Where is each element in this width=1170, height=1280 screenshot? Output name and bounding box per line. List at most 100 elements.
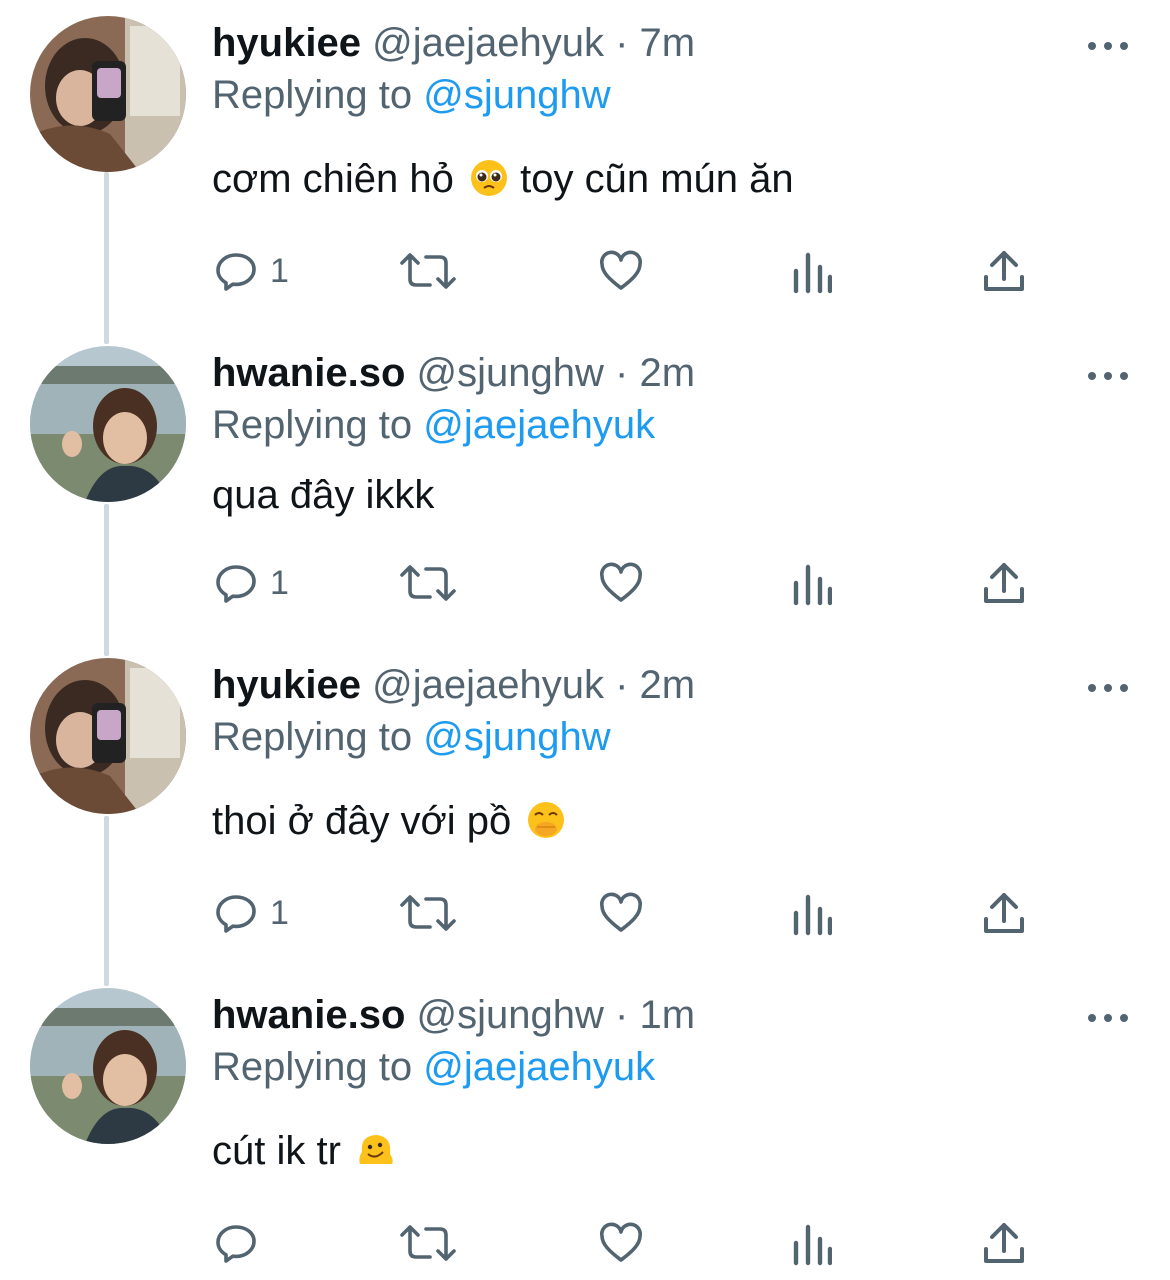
tweet-text: cút ik tr bbox=[212, 1126, 396, 1176]
share-button[interactable] bbox=[982, 246, 1026, 296]
thread-line bbox=[104, 172, 109, 344]
reply-count: 1 bbox=[270, 894, 289, 932]
user-handle[interactable]: @sjunghw bbox=[417, 351, 604, 395]
thread-line bbox=[104, 504, 109, 656]
reply-icon bbox=[216, 565, 256, 603]
views-button[interactable] bbox=[792, 1218, 832, 1268]
separator-dot: · bbox=[615, 21, 629, 65]
retweet-button[interactable] bbox=[398, 246, 458, 296]
like-button[interactable] bbox=[596, 888, 646, 938]
avatar[interactable] bbox=[30, 658, 186, 814]
reply-button[interactable]: 1 bbox=[212, 558, 289, 608]
action-bar: 1 bbox=[212, 558, 1052, 608]
reply-button[interactable]: 1 bbox=[212, 246, 289, 296]
replying-to-label: Replying to bbox=[212, 1045, 413, 1089]
views-button[interactable] bbox=[792, 246, 832, 296]
like-button[interactable] bbox=[596, 1218, 646, 1268]
user-handle[interactable]: @sjunghw bbox=[417, 993, 604, 1037]
retweet-icon bbox=[400, 565, 456, 601]
share-button[interactable] bbox=[982, 558, 1026, 608]
avatar[interactable] bbox=[30, 988, 186, 1144]
like-icon bbox=[600, 562, 642, 602]
timestamp[interactable]: 2m bbox=[639, 351, 695, 395]
like-icon bbox=[600, 892, 642, 932]
share-icon bbox=[984, 1223, 1024, 1263]
reply-icon bbox=[216, 253, 256, 291]
separator-dot: · bbox=[615, 663, 629, 707]
face-with-hand-over-mouth-emoji-icon bbox=[528, 802, 565, 838]
retweet-button[interactable] bbox=[398, 888, 458, 938]
reply-count: 1 bbox=[270, 252, 289, 290]
replying-to: Replying to @sjunghw bbox=[212, 712, 611, 762]
views-icon bbox=[793, 564, 832, 606]
views-icon bbox=[793, 252, 832, 294]
avatar[interactable] bbox=[30, 16, 186, 172]
tweet-text: qua đây ikkk bbox=[212, 470, 434, 520]
reply-button[interactable]: 1 bbox=[212, 888, 289, 938]
display-name[interactable]: hyukiee bbox=[212, 663, 361, 707]
display-name[interactable]: hyukiee bbox=[212, 21, 361, 65]
more-icon[interactable] bbox=[1086, 678, 1130, 698]
separator-dot: · bbox=[615, 993, 629, 1037]
more-icon[interactable] bbox=[1086, 366, 1130, 386]
retweet-button[interactable] bbox=[398, 1218, 458, 1268]
action-bar: 1 bbox=[212, 246, 1052, 296]
views-icon bbox=[793, 894, 832, 936]
like-icon bbox=[600, 1222, 642, 1262]
share-button[interactable] bbox=[982, 1218, 1026, 1268]
replying-to-handle-link[interactable]: @sjunghw bbox=[423, 73, 610, 117]
retweet-icon bbox=[400, 253, 456, 289]
action-bar: 1 bbox=[212, 888, 1052, 938]
reply-button[interactable] bbox=[212, 1218, 270, 1268]
retweet-button[interactable] bbox=[398, 558, 458, 608]
tweet-text-part: cút ik tr bbox=[212, 1129, 341, 1173]
action-bar bbox=[212, 1218, 1052, 1268]
like-button[interactable] bbox=[596, 558, 646, 608]
user-handle[interactable]: @jaejaehyuk bbox=[372, 663, 604, 707]
display-name[interactable]: hwanie.so bbox=[212, 351, 405, 395]
reply-icon bbox=[216, 1225, 256, 1263]
reply-count: 1 bbox=[270, 564, 289, 602]
like-button[interactable] bbox=[596, 246, 646, 296]
tweet-header: hwanie.so @sjunghw · 2m bbox=[212, 348, 695, 398]
replying-to-handle-link[interactable]: @jaejaehyuk bbox=[423, 403, 655, 447]
share-icon bbox=[984, 251, 1024, 291]
retweet-icon bbox=[400, 895, 456, 931]
share-button[interactable] bbox=[982, 888, 1026, 938]
tweet-text-part: qua đây ikkk bbox=[212, 473, 435, 517]
share-icon bbox=[984, 563, 1024, 603]
tweet-text: thoi ở đây với pồ bbox=[212, 796, 566, 846]
like-icon bbox=[600, 250, 642, 290]
views-button[interactable] bbox=[792, 888, 832, 938]
separator-dot: · bbox=[615, 351, 629, 395]
more-icon[interactable] bbox=[1086, 36, 1130, 56]
tweet-text-part: thoi ở đây với pồ bbox=[212, 799, 512, 843]
replying-to-handle-link[interactable]: @jaejaehyuk bbox=[423, 1045, 655, 1089]
timestamp[interactable]: 7m bbox=[640, 21, 696, 65]
share-icon bbox=[984, 893, 1024, 933]
retweet-icon bbox=[400, 1225, 456, 1261]
timestamp[interactable]: 2m bbox=[640, 663, 696, 707]
tweet-text-part: toy cũn mún ăn bbox=[520, 157, 794, 201]
views-button[interactable] bbox=[792, 558, 832, 608]
display-name[interactable]: hwanie.so bbox=[212, 993, 405, 1037]
reply-icon bbox=[216, 895, 256, 933]
avatar[interactable] bbox=[30, 346, 186, 502]
tweet-header: hyukiee @jaejaehyuk · 2m bbox=[212, 660, 695, 710]
replying-to: Replying to @jaejaehyuk bbox=[212, 1042, 655, 1092]
more-icon[interactable] bbox=[1086, 1008, 1130, 1028]
tweet-text: cơm chiên hỏ toy cũn mún ăn bbox=[212, 154, 794, 204]
melting-face-emoji-icon bbox=[359, 1135, 393, 1164]
pleading-face-emoji-icon bbox=[471, 160, 508, 196]
views-icon bbox=[793, 1224, 832, 1266]
replying-to-label: Replying to bbox=[212, 715, 413, 759]
timestamp[interactable]: 1m bbox=[639, 993, 695, 1037]
tweet-header: hyukiee @jaejaehyuk · 7m bbox=[212, 18, 695, 68]
tweet-header: hwanie.so @sjunghw · 1m bbox=[212, 990, 695, 1040]
replying-to-label: Replying to bbox=[212, 403, 413, 447]
replying-to: Replying to @sjunghw bbox=[212, 70, 611, 120]
replying-to-handle-link[interactable]: @sjunghw bbox=[423, 715, 610, 759]
user-handle[interactable]: @jaejaehyuk bbox=[372, 21, 604, 65]
tweet-text-part: cơm chiên hỏ bbox=[212, 157, 454, 201]
thread-line bbox=[104, 816, 109, 986]
